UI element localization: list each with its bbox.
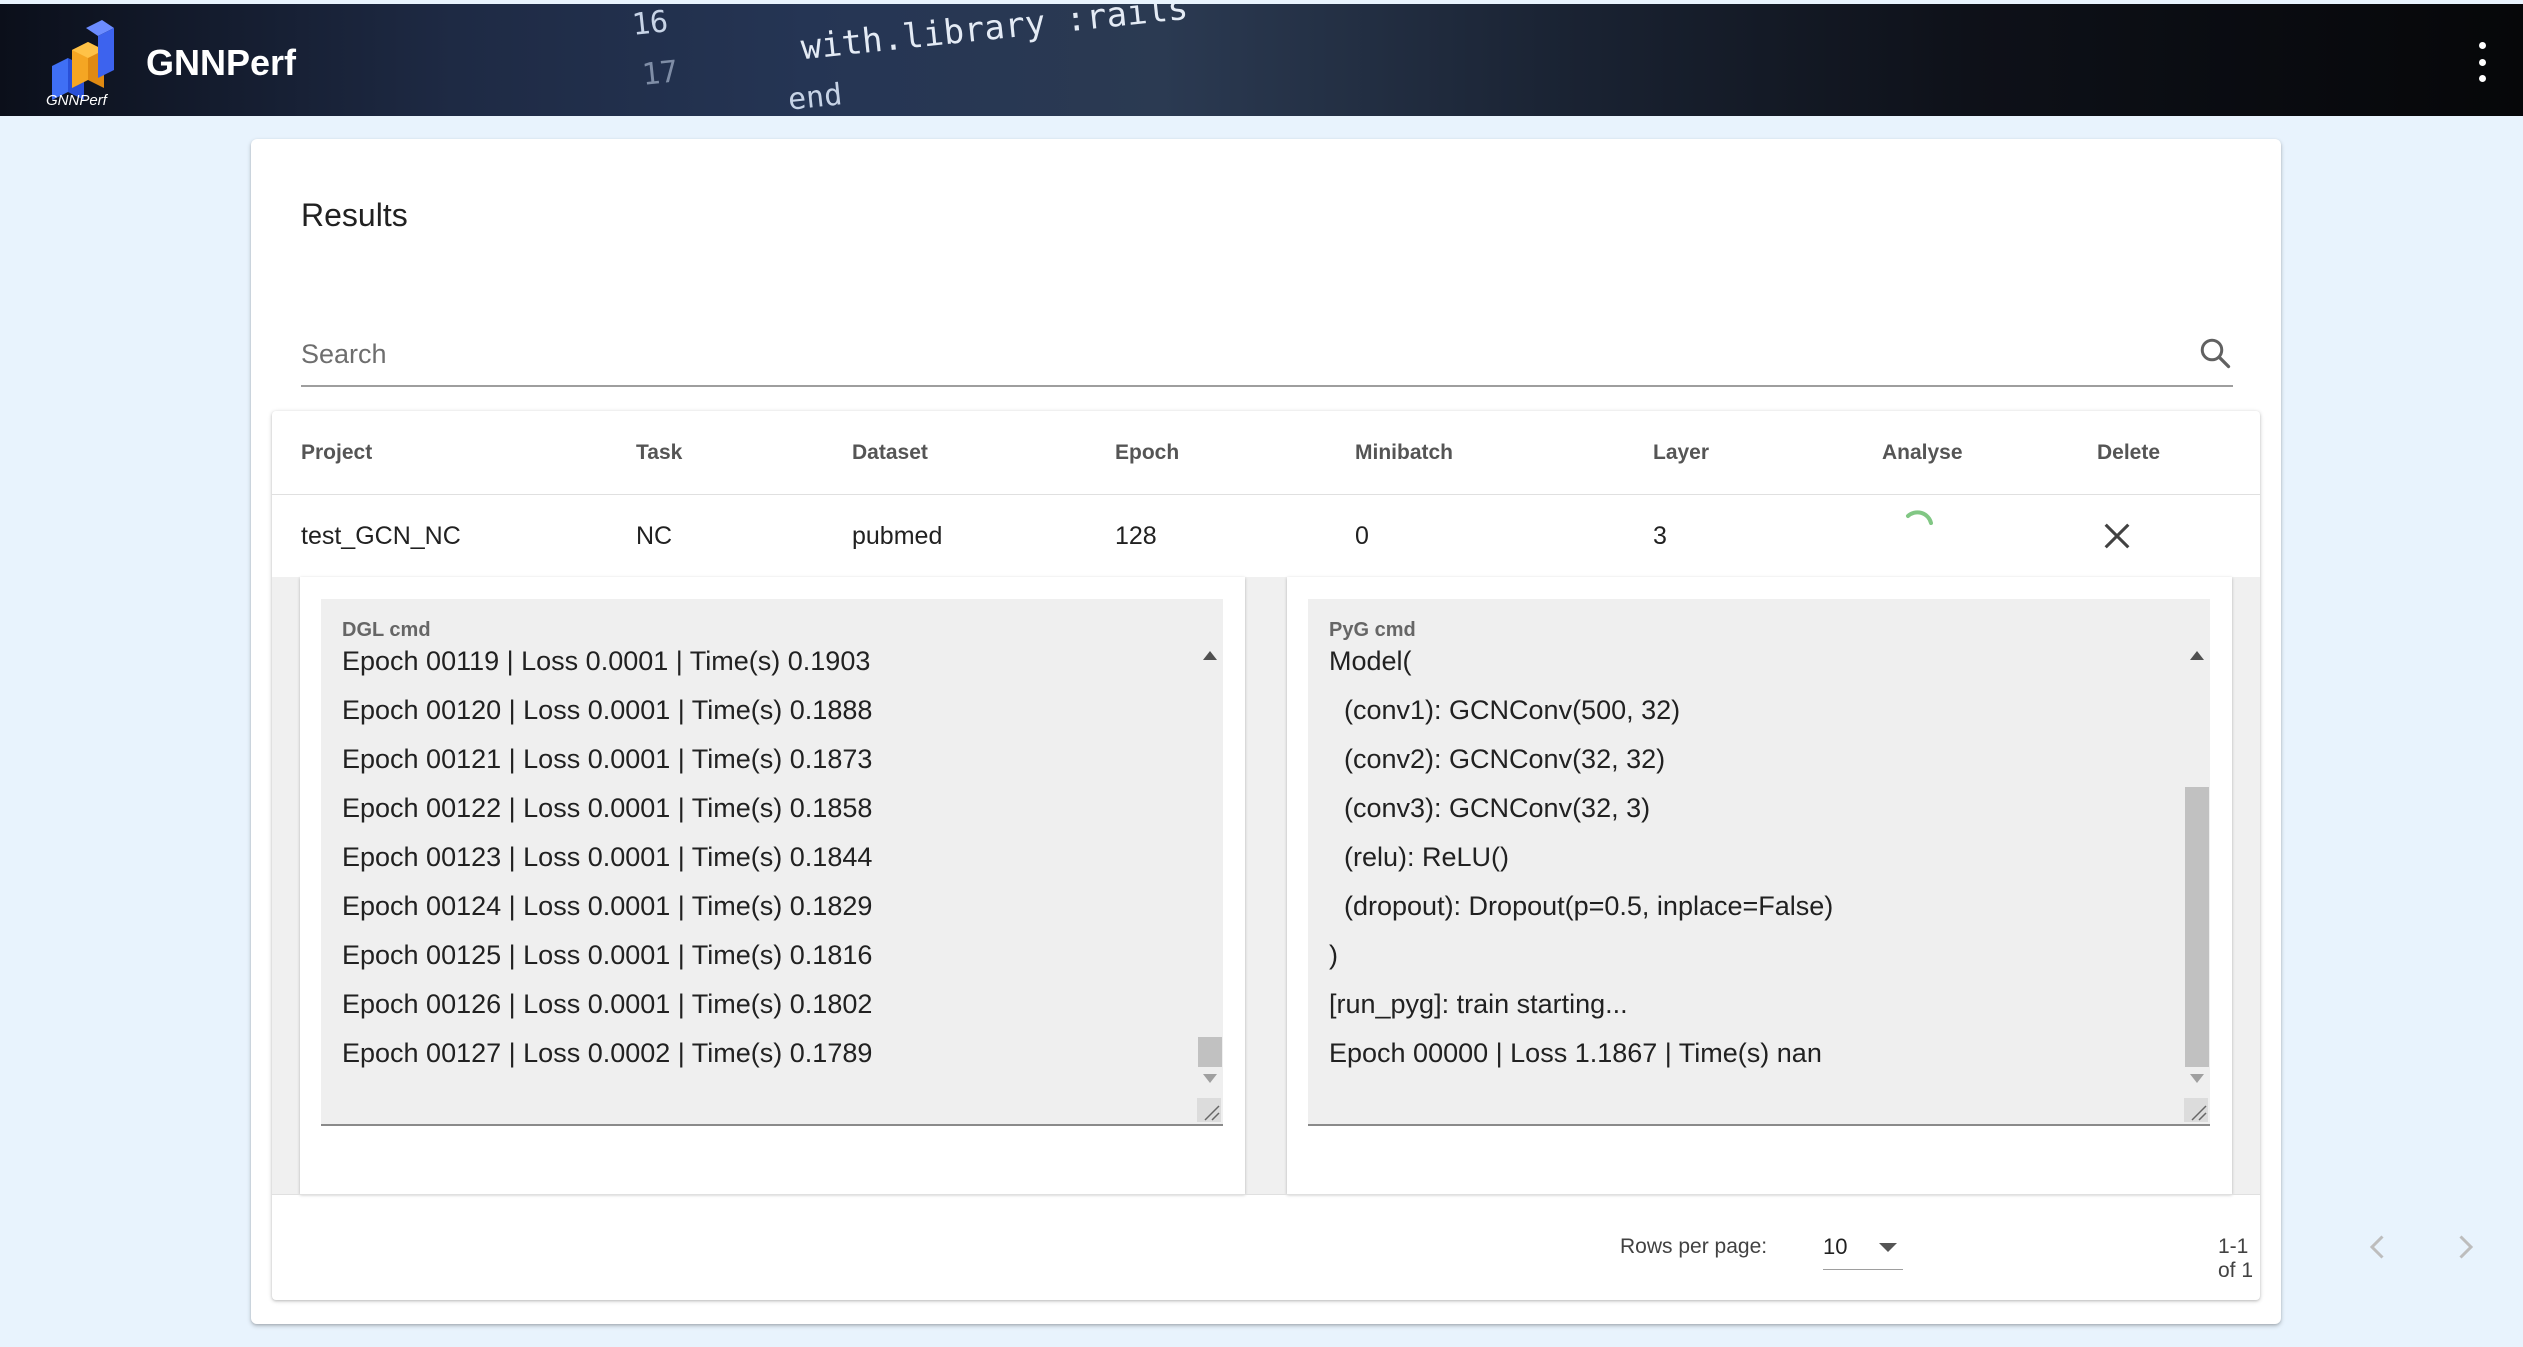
log-line: Epoch 00127 | Loss 0.0002 | Time(s) 0.17… bbox=[342, 1038, 873, 1068]
cell-project: test_GCN_NC bbox=[301, 522, 461, 550]
rows-per-page-select[interactable]: 10 bbox=[1823, 1225, 1903, 1270]
log-line: Epoch 00119 | Loss 0.0001 | Time(s) 0.19… bbox=[342, 646, 871, 676]
pagination-range: 1-1 of 1 bbox=[2218, 1235, 2254, 1282]
dgl-log-lines: Epoch 00119 | Loss 0.0001 | Time(s) 0.19… bbox=[342, 637, 872, 1078]
close-icon[interactable] bbox=[2100, 519, 2134, 553]
loading-spinner-icon[interactable] bbox=[1898, 507, 1938, 547]
scroll-up-arrow-icon[interactable] bbox=[1203, 651, 1217, 660]
results-card: Results Search Project Task Dataset Epoc… bbox=[251, 139, 2474, 1324]
log-line: Epoch 00121 | Loss 0.0001 | Time(s) 0.18… bbox=[342, 744, 873, 774]
column-header-task[interactable]: Task bbox=[636, 441, 682, 465]
cell-minibatch: 0 bbox=[1355, 522, 1369, 550]
chevron-right-icon[interactable] bbox=[2447, 1229, 2483, 1265]
log-line: Epoch 00124 | Loss 0.0001 | Time(s) 0.18… bbox=[342, 891, 873, 921]
scroll-thumb[interactable] bbox=[1198, 1037, 1222, 1067]
scroll-thumb[interactable] bbox=[2185, 787, 2209, 1067]
table-header: Project Task Dataset Epoch Minibatch Lay… bbox=[272, 411, 2260, 495]
scroll-down-arrow-icon[interactable] bbox=[2190, 1074, 2204, 1083]
log-line: Epoch 00126 | Loss 0.0001 | Time(s) 0.18… bbox=[342, 989, 873, 1019]
pyg-scrollbar[interactable] bbox=[2182, 599, 2210, 1124]
cell-epoch: 128 bbox=[1115, 522, 1157, 550]
rows-per-page-value: 10 bbox=[1823, 1234, 1848, 1259]
column-header-project[interactable]: Project bbox=[301, 441, 372, 465]
logo-caption: GNNPerf bbox=[46, 92, 107, 109]
column-header-dataset[interactable]: Dataset bbox=[852, 441, 928, 465]
log-line: Epoch 00123 | Loss 0.0001 | Time(s) 0.18… bbox=[342, 842, 873, 872]
cell-task: NC bbox=[636, 522, 673, 550]
menu-dot bbox=[2478, 42, 2486, 49]
column-header-layer[interactable]: Layer bbox=[1653, 441, 1709, 465]
dgl-cmd-textarea[interactable]: DGL cmd Epoch 00119 | Loss 0.0001 | Time… bbox=[321, 599, 1223, 1126]
pyg-cmd-textarea[interactable]: PyG cmd Model( (conv1): GCNConv(500, 32)… bbox=[1308, 599, 2210, 1126]
pyg-log-lines: Model( (conv1): GCNConv(500, 32) (conv2)… bbox=[1329, 637, 1833, 1078]
column-header-delete: Delete bbox=[2097, 441, 2161, 464]
dropdown-arrow-icon bbox=[1879, 1243, 1897, 1252]
app-title: GNNPerf bbox=[146, 42, 297, 83]
dgl-panel: DGL cmd Epoch 00119 | Loss 0.0001 | Time… bbox=[300, 577, 1245, 1194]
log-line: (conv1): GCNConv(500, 32) bbox=[1329, 695, 1681, 725]
log-line: (conv3): GCNConv(32, 3) bbox=[1329, 793, 1651, 823]
log-line: ) bbox=[1329, 940, 1338, 970]
results-table: Project Task Dataset Epoch Minibatch Lay… bbox=[272, 411, 2474, 1301]
log-line: Epoch 00122 | Loss 0.0001 | Time(s) 0.18… bbox=[342, 793, 873, 823]
chevron-left-icon[interactable] bbox=[2360, 1229, 2396, 1265]
more-vert-icon[interactable] bbox=[2470, 42, 2494, 82]
log-line: Epoch 00000 | Loss 1.1867 | Time(s) nan bbox=[1329, 1038, 1822, 1068]
column-header-analyse: Analyse bbox=[1882, 441, 1963, 464]
banner-code-line-end: end bbox=[786, 77, 844, 116]
log-line: (relu): ReLU() bbox=[1329, 842, 1510, 872]
log-line: (dropout): Dropout(p=0.5, inplace=False) bbox=[1329, 891, 1834, 921]
resize-grip-icon[interactable] bbox=[2184, 1098, 2208, 1122]
dgl-scrollbar[interactable] bbox=[1195, 599, 1223, 1124]
cell-dataset: pubmed bbox=[852, 522, 943, 550]
log-line: Epoch 00120 | Loss 0.0001 | Time(s) 0.18… bbox=[342, 695, 873, 725]
table-row[interactable]: test_GCN_NC NC pubmed 128 0 3 bbox=[272, 495, 2260, 577]
page-title: Results bbox=[301, 197, 408, 233]
resize-grip-icon[interactable] bbox=[1197, 1098, 1221, 1122]
banner-code-line-16: 16 bbox=[630, 4, 670, 43]
table-pagination: Rows per page: 10 1-1 of 1 bbox=[272, 1194, 2474, 1301]
banner-code-line-17: 17 bbox=[640, 54, 680, 93]
log-line: [run_pyg]: train starting... bbox=[1329, 989, 1628, 1019]
column-header-epoch[interactable]: Epoch bbox=[1115, 441, 1179, 465]
search-field[interactable]: Search bbox=[301, 331, 2233, 387]
cell-layer: 3 bbox=[1653, 522, 1667, 550]
log-line: Epoch 00125 | Loss 0.0001 | Time(s) 0.18… bbox=[342, 940, 873, 970]
column-header-minibatch[interactable]: Minibatch bbox=[1355, 441, 1453, 465]
scroll-down-arrow-icon[interactable] bbox=[1203, 1074, 1217, 1083]
row-details: DGL cmd Epoch 00119 | Loss 0.0001 | Time… bbox=[272, 577, 2260, 1194]
log-line: Model( bbox=[1329, 646, 1412, 676]
menu-dot bbox=[2478, 75, 2486, 82]
app-bar: 16 17 with.library :rails end GNNPerf GN… bbox=[0, 4, 2523, 116]
rows-per-page-label: Rows per page: bbox=[1620, 1235, 1768, 1258]
pyg-panel: PyG cmd Model( (conv1): GCNConv(500, 32)… bbox=[1287, 577, 2232, 1194]
log-line: (conv2): GCNConv(32, 32) bbox=[1329, 744, 1666, 774]
search-input[interactable]: Search bbox=[301, 339, 387, 370]
scroll-up-arrow-icon[interactable] bbox=[2190, 651, 2204, 660]
menu-dot bbox=[2478, 58, 2486, 66]
banner-code-line-library: with.library :rails bbox=[798, 4, 1190, 69]
search-icon[interactable] bbox=[2197, 335, 2233, 371]
